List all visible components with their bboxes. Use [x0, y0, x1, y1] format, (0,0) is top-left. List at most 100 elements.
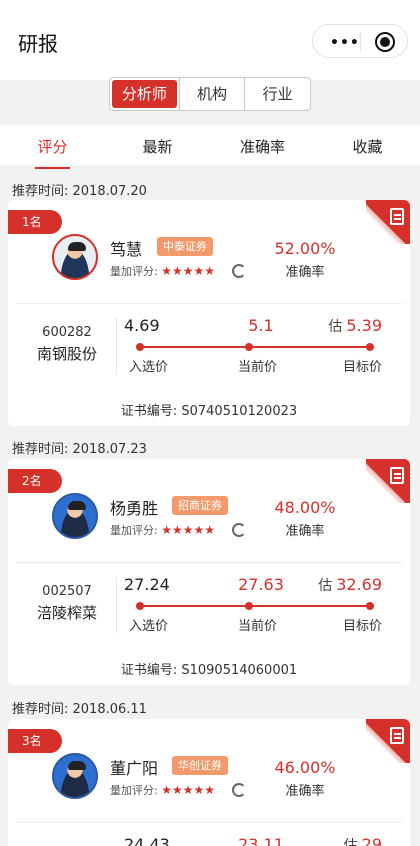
cert-value: S0740510120023: [181, 404, 298, 419]
accuracy-label: 准确率: [285, 524, 325, 539]
divider: [16, 822, 402, 823]
mini-program-capsule: •••: [312, 24, 408, 58]
divider: [16, 562, 402, 563]
target-price-group: 估 29: [344, 835, 382, 846]
tab-latest[interactable]: 最新: [105, 125, 210, 165]
star-rating: ★★★★★: [161, 264, 216, 278]
target-price-group: 估 5.39: [328, 316, 382, 336]
rank-badge: 1名: [8, 210, 62, 234]
capsule-divider: [360, 33, 361, 51]
analyst-name: 笃慧: [110, 240, 143, 259]
tab-accuracy[interactable]: 准确率: [210, 125, 315, 165]
target-price: 5.39: [346, 316, 382, 335]
page-title: 研报: [18, 32, 58, 56]
analyst-card[interactable]: 3名 董广阳 华创证券 量加评分: ★★★★★ 46.00% 准确率 24.43…: [8, 719, 410, 846]
avatar-hair: [68, 761, 86, 770]
stock-name: 涪陵榨菜: [36, 604, 97, 622]
rating-row: 量加评分: ★★★★★: [110, 522, 215, 538]
firm-badge: 中泰证券: [157, 237, 213, 256]
target-dot: [366, 343, 374, 351]
target-dot: [366, 602, 374, 610]
cert-label: 证书编号:: [120, 663, 182, 678]
avatar: [52, 493, 98, 539]
price-track: [136, 343, 374, 351]
recommend-date-label: 推荐时间:: [12, 442, 73, 457]
rating-label: 量加评分:: [110, 784, 158, 797]
refresh-icon[interactable]: [232, 523, 246, 537]
target-price: 29: [361, 835, 382, 846]
entry-label: 入选价: [129, 619, 169, 634]
entry-dot: [136, 343, 144, 351]
sort-tabs: 评分 最新 准确率 收藏: [0, 125, 420, 169]
document-icon: [390, 727, 404, 744]
entry-dot: [136, 602, 144, 610]
stock-code: 002507: [42, 584, 92, 599]
accuracy-label: 准确率: [285, 265, 325, 280]
analyst-name: 杨勇胜: [110, 499, 159, 518]
current-label: 当前价: [238, 360, 278, 375]
estimate-label: 估: [343, 838, 358, 846]
entry-label: 入选价: [129, 360, 169, 375]
current-label: 当前价: [238, 619, 278, 634]
recommend-date-value: 2018.06.11: [72, 702, 147, 717]
divider: [16, 303, 402, 304]
rank-badge: 3名: [8, 729, 62, 753]
recommend-date-value: 2018.07.20: [72, 184, 147, 199]
firm-badge: 招商证券: [172, 496, 228, 515]
tab-rating[interactable]: 评分: [0, 125, 105, 169]
report-corner[interactable]: [366, 459, 410, 503]
accuracy-value: 52.00%: [274, 239, 336, 258]
recommend-date-value: 2018.07.23: [72, 442, 147, 457]
avatar: [52, 234, 98, 280]
segment-industry[interactable]: 行业: [244, 78, 310, 110]
tab-favorites[interactable]: 收藏: [315, 125, 420, 165]
accuracy-label: 准确率: [285, 784, 325, 799]
refresh-icon[interactable]: [232, 783, 246, 797]
segment-institution[interactable]: 机构: [178, 78, 245, 110]
recommend-date-label: 推荐时间:: [12, 184, 73, 199]
cert-label: 证书编号:: [120, 404, 182, 419]
target-label: 目标价: [343, 360, 383, 375]
document-icon: [390, 467, 404, 484]
recommend-date: 推荐时间: 2018.07.20: [12, 180, 147, 199]
target-price-group: 估 32.69: [318, 575, 382, 595]
category-segmented-control: 分析师 机构 行业: [109, 77, 311, 111]
segment-analyst[interactable]: 分析师: [112, 80, 177, 108]
navbar: 研报 •••: [0, 0, 420, 80]
rank-badge: 2名: [8, 469, 62, 493]
report-corner[interactable]: [366, 719, 410, 763]
stock-code: 600282: [42, 325, 92, 340]
target-price: 32.69: [336, 575, 382, 594]
star-rating: ★★★★★: [161, 523, 216, 537]
current-dot: [245, 602, 253, 610]
avatar-hair: [68, 242, 86, 251]
target-label: 目标价: [343, 619, 383, 634]
recommend-date: 推荐时间: 2018.06.11: [12, 698, 147, 717]
firm-badge: 华创证券: [172, 756, 228, 775]
rating-label: 量加评分:: [110, 524, 158, 537]
certificate-number: 证书编号: S1090514060001: [8, 659, 410, 678]
star-rating: ★★★★★: [161, 783, 216, 797]
cert-value: S1090514060001: [181, 663, 298, 678]
avatar: [52, 753, 98, 799]
accuracy-value: 46.00%: [274, 758, 336, 777]
price-track: [136, 602, 374, 610]
rating-label: 量加评分:: [110, 265, 158, 278]
report-corner[interactable]: [366, 200, 410, 244]
rating-row: 量加评分: ★★★★★: [110, 263, 215, 279]
entry-price: 27.24: [124, 575, 170, 594]
refresh-icon[interactable]: [232, 264, 246, 278]
estimate-label: 估: [328, 319, 343, 335]
stock-name: 南钢股份: [36, 345, 97, 363]
entry-price: 24.43: [124, 835, 170, 846]
close-target-icon[interactable]: [375, 32, 395, 52]
current-price: 27.63: [238, 575, 284, 594]
analyst-card[interactable]: 2名 杨勇胜 招商证券 量加评分: ★★★★★ 48.00% 准确率 00250…: [8, 459, 410, 685]
recommend-date: 推荐时间: 2018.07.23: [12, 438, 147, 457]
more-icon[interactable]: •••: [330, 35, 360, 51]
recommend-date-label: 推荐时间:: [12, 702, 73, 717]
vertical-divider: [116, 577, 117, 633]
analyst-card[interactable]: 1名 笃慧 中泰证券 量加评分: ★★★★★ 52.00% 准确率 600282…: [8, 200, 410, 426]
avatar-hair: [68, 501, 86, 510]
estimate-label: 估: [318, 578, 333, 594]
